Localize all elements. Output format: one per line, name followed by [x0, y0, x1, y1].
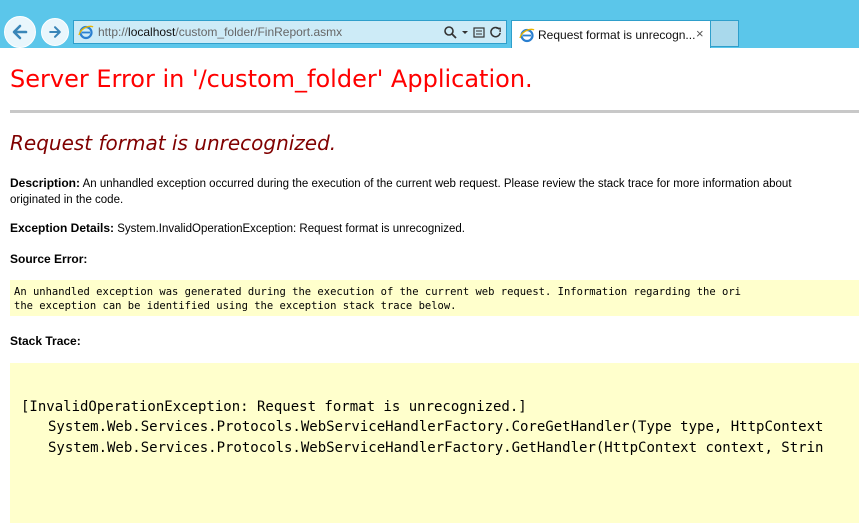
- source-error-label: Source Error:: [10, 252, 88, 266]
- divider: [10, 110, 859, 113]
- stack-trace-label: Stack Trace:: [10, 334, 81, 348]
- dropdown-chevron-icon[interactable]: [461, 25, 469, 39]
- stack-trace-box: [InvalidOperationException: Request form…: [10, 363, 859, 523]
- source-error-line: An unhandled exception was generated dur…: [14, 286, 741, 298]
- exception-paragraph: Exception Details: System.InvalidOperati…: [10, 220, 859, 237]
- stack-trace-line: [InvalidOperationException: Request form…: [21, 399, 527, 415]
- forward-button[interactable]: [41, 18, 69, 46]
- browser-toolbar: http://localhost/custom_folder/FinReport…: [0, 0, 859, 48]
- url-text[interactable]: http://localhost/custom_folder/FinReport…: [98, 25, 342, 39]
- active-tab[interactable]: Request format is unrecogn... ×: [511, 20, 711, 48]
- address-bar-tools: [443, 23, 502, 41]
- page-title: Server Error in '/custom_folder' Applica…: [10, 65, 533, 93]
- url-path: /custom_folder/FinReport.asmx: [175, 25, 343, 39]
- close-icon[interactable]: ×: [696, 26, 704, 41]
- address-bar[interactable]: http://localhost/custom_folder/FinReport…: [73, 20, 507, 44]
- exception-text: System.InvalidOperationException: Reques…: [114, 223, 465, 235]
- refresh-icon[interactable]: [489, 25, 502, 39]
- back-arrow-icon: [12, 24, 28, 40]
- search-icon[interactable]: [443, 25, 457, 39]
- new-tab-button[interactable]: [711, 20, 739, 47]
- description-label: Description:: [10, 176, 81, 190]
- stack-trace-line: System.Web.Services.Protocols.WebService…: [48, 419, 824, 435]
- ie-logo-icon: [519, 28, 535, 43]
- description-text-continued: originated in the code.: [10, 194, 124, 206]
- tab-title: Request format is unrecogn...: [538, 28, 696, 42]
- compatibility-view-icon[interactable]: [473, 25, 485, 39]
- url-host: localhost: [128, 25, 176, 39]
- back-button[interactable]: [4, 16, 36, 48]
- exception-label: Exception Details:: [10, 221, 115, 235]
- source-error-line: the exception can be identified using th…: [14, 300, 457, 312]
- error-heading: Request format is unrecognized.: [10, 131, 337, 155]
- ie-logo-icon: [78, 25, 94, 40]
- description-text: An unhandled exception occurred during t…: [80, 178, 792, 190]
- stack-trace-line: System.Web.Services.Protocols.WebService…: [48, 440, 824, 456]
- forward-arrow-icon: [49, 26, 61, 38]
- description-paragraph: Description: An unhandled exception occu…: [10, 175, 859, 208]
- url-prefix: http://: [98, 25, 129, 39]
- source-error-box: An unhandled exception was generated dur…: [10, 280, 859, 316]
